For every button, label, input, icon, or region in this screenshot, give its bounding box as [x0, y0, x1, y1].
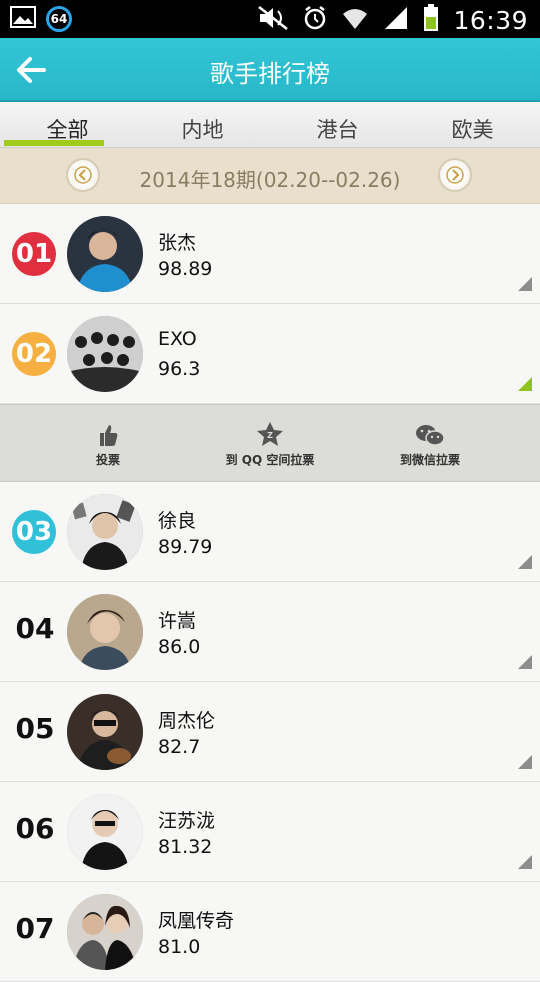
list-item[interactable]: 07 凤凰传奇 81.0: [0, 882, 540, 982]
next-period-button[interactable]: [438, 158, 472, 192]
rank-number: 07: [15, 912, 55, 945]
qzone-icon: Z: [257, 422, 283, 446]
list-item[interactable]: 02 EXO 96.3: [0, 304, 540, 404]
active-tab-indicator: [4, 140, 104, 146]
singer-score: 89.79: [158, 536, 213, 558]
page-title: 歌手排行榜: [210, 60, 330, 88]
singer-name: 周杰伦: [158, 710, 216, 732]
signal-icon: [383, 5, 409, 35]
singer-name: 凤凰传奇: [158, 910, 235, 932]
rank-number: 04: [15, 612, 55, 645]
svg-text:Z: Z: [267, 431, 273, 440]
tab-hk-tw[interactable]: 港台: [270, 114, 405, 144]
rank-number: 06: [15, 812, 55, 845]
rank-badge: 01: [12, 232, 56, 276]
singer-score: 82.7: [158, 736, 201, 758]
singer-score: 98.89: [158, 258, 213, 280]
avatar: [67, 494, 143, 570]
clock: 16:39: [453, 5, 528, 35]
rank-number: 05: [15, 712, 55, 745]
collapse-corner-icon[interactable]: [518, 377, 532, 391]
singer-score: 86.0: [158, 636, 201, 658]
vote-actions-panel: 投票 Z 到 QQ 空间拉票 到微信拉票: [0, 404, 540, 482]
singer-name: 徐良: [158, 510, 197, 532]
tab-mainland[interactable]: 内地: [135, 114, 270, 144]
gallery-icon: [10, 6, 36, 32]
wechat-icon: [416, 425, 445, 446]
list-item[interactable]: 01 张杰 98.89: [0, 204, 540, 304]
singer-score: 81.0: [158, 936, 201, 958]
singer-score: 81.32: [158, 836, 213, 858]
list-item[interactable]: 06 汪苏泷 81.32: [0, 782, 540, 882]
tab-western[interactable]: 欧美: [405, 114, 540, 144]
thumbs-up-icon: [100, 425, 118, 446]
mute-icon: [257, 5, 289, 35]
list-item[interactable]: 05 周杰伦 82.7: [0, 682, 540, 782]
vote-button[interactable]: 投票: [28, 419, 188, 468]
rank-badge: 03: [12, 510, 56, 554]
singer-name: 许嵩: [158, 610, 197, 632]
expand-corner-icon[interactable]: [518, 855, 532, 869]
wifi-icon: [341, 5, 369, 35]
battery-icon: [423, 4, 439, 36]
expand-corner-icon[interactable]: [518, 755, 532, 769]
expand-corner-icon[interactable]: [518, 277, 532, 291]
list-item[interactable]: 04 许嵩 86.0: [0, 582, 540, 682]
expand-corner-icon[interactable]: [518, 555, 532, 569]
avatar: [67, 694, 143, 770]
list-item[interactable]: 03 徐良 89.79: [0, 482, 540, 582]
singer-score: 96.3: [158, 358, 201, 380]
notification-badge: 64: [46, 6, 72, 32]
ranking-list: 01 张杰 98.89 02 EXO 96.3 投票 Z 到 QQ 空间拉票 到…: [0, 204, 540, 982]
avatar: [67, 894, 143, 970]
period-selector: 2014年18期(02.20--02.26): [0, 148, 540, 204]
singer-name: EXO: [158, 328, 197, 350]
avatar: [67, 594, 143, 670]
singer-name: 汪苏泷: [158, 810, 216, 832]
avatar: [67, 794, 143, 870]
status-bar: 64 16:39: [0, 0, 540, 38]
chevron-right-icon: [446, 166, 464, 184]
expand-corner-icon[interactable]: [518, 655, 532, 669]
alarm-icon: [303, 5, 327, 35]
wechat-vote-button[interactable]: 到微信拉票: [350, 419, 510, 468]
qzone-vote-button[interactable]: Z 到 QQ 空间拉票: [190, 419, 350, 468]
singer-name: 张杰: [158, 232, 197, 254]
avatar: [67, 316, 143, 392]
rank-badge: 02: [12, 332, 56, 376]
avatar: [67, 216, 143, 292]
app-bar: 歌手排行榜: [0, 38, 540, 102]
